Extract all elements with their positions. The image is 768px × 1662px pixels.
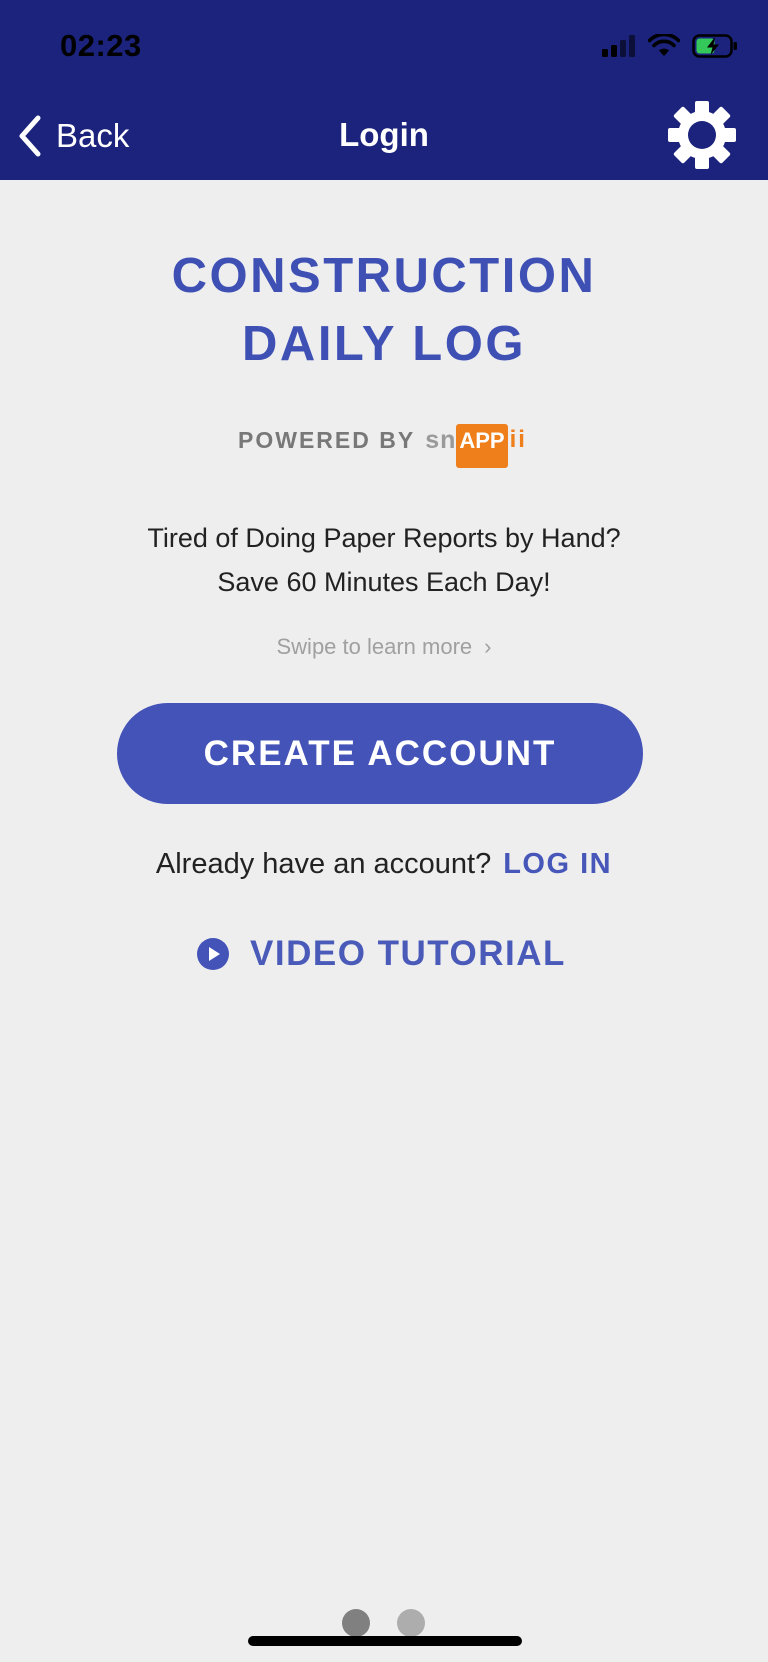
battery-charging-icon [692,34,738,63]
tagline: Tired of Doing Paper Reports by Hand? Sa… [0,516,768,604]
home-indicator[interactable] [248,1636,522,1646]
play-icon [197,938,229,970]
chevron-right-icon: › [484,634,492,659]
brand-sn: sn [425,425,457,454]
app-title: CONSTRUCTION DAILY LOG [0,242,768,378]
status-time: 02:23 [60,28,142,63]
tagline-line1: Tired of Doing Paper Reports by Hand? [147,523,621,553]
video-tutorial-label: VIDEO TUTORIAL [250,934,566,973]
login-link[interactable]: LOG IN [503,848,612,880]
page-title: Login [339,116,429,153]
powered-by: POWERED BY sn APP ii [238,412,527,468]
page-dot-1[interactable] [342,1609,370,1637]
wifi-icon [647,32,681,63]
page-indicator [342,1609,425,1637]
login-prompt: Already have an account? [155,848,492,880]
brand-app: APP [456,424,508,468]
brand-ii: ii [509,426,527,453]
app-title-line2: DAILY LOG [242,317,526,371]
swipe-hint[interactable]: Swipe to learn more › [0,634,768,660]
app-title-line1: CONSTRUCTION [171,249,597,303]
swipe-hint-label: Swipe to learn more [276,634,473,659]
snappii-logo: sn APP ii [425,412,527,468]
page-dot-2[interactable] [397,1609,425,1637]
create-account-button[interactable]: CREATE ACCOUNT [117,703,643,804]
powered-by-text: POWERED BY [238,426,416,453]
gear-icon[interactable] [666,99,738,171]
top-bar: 02:23 Back Login [0,0,768,180]
status-icons [602,32,738,63]
tagline-line2: Save 60 Minutes Each Day! [217,567,551,597]
login-row: Already have an account? LOG IN [0,848,768,881]
signal-icon [602,35,636,62]
video-tutorial-button[interactable]: VIDEO TUTORIAL [196,934,566,974]
